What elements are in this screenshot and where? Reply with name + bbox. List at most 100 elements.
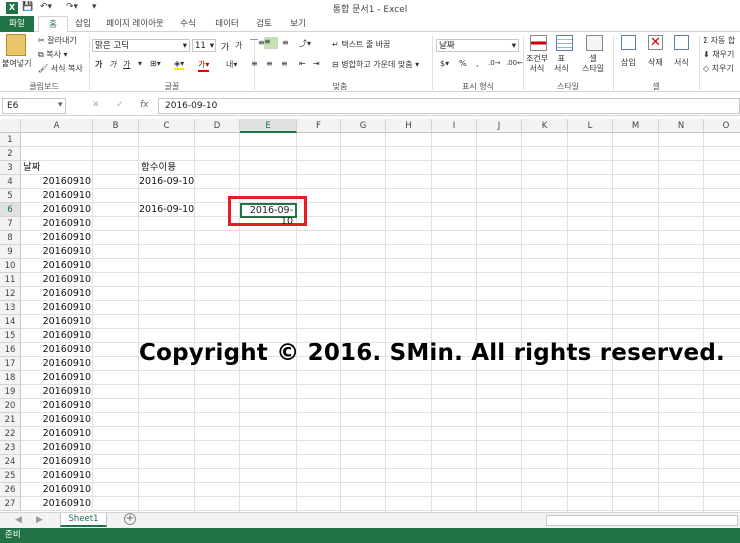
column-header[interactable]: K (522, 119, 568, 133)
cell-a14[interactable]: 20160910 (21, 315, 93, 329)
increase-indent-icon[interactable]: ⇥ (313, 59, 320, 68)
cell-a13[interactable]: 20160910 (21, 301, 93, 315)
fill-color-icon[interactable]: ◈▾ (174, 59, 185, 70)
increase-font-icon[interactable]: 가 (221, 40, 229, 53)
tab-insert[interactable]: 삽입 (70, 16, 96, 32)
insert-cells-icon[interactable] (621, 35, 636, 50)
cell-e6-active[interactable]: 2016-09-10 (240, 203, 297, 227)
column-header[interactable]: H (386, 119, 432, 133)
align-bottom-icon[interactable]: ≡ (282, 38, 289, 47)
column-header[interactable]: I (432, 119, 477, 133)
row-header[interactable]: 24 (0, 455, 21, 469)
insert-button[interactable]: 삽입 (621, 57, 636, 68)
percent-button[interactable]: % (459, 59, 467, 68)
align-right-icon[interactable]: ≡ (281, 59, 288, 68)
enter-icon[interactable]: ✓ (116, 100, 124, 110)
cell-c6[interactable]: 2016-09-10 (139, 203, 195, 217)
name-box[interactable]: E6 (2, 98, 66, 114)
row-header[interactable]: 15 (0, 329, 21, 343)
cancel-icon[interactable]: ✕ (92, 100, 100, 110)
row-header[interactable]: 5 (0, 189, 21, 203)
cell-c4[interactable]: 2016-09-10 (139, 175, 195, 189)
column-header[interactable]: J (477, 119, 522, 133)
column-header[interactable]: E (240, 119, 297, 133)
row-header[interactable]: 9 (0, 245, 21, 259)
align-center-icon[interactable]: ≡ (266, 59, 273, 68)
row-header[interactable]: 4 (0, 175, 21, 189)
row-header[interactable]: 16 (0, 343, 21, 357)
cell-a12[interactable]: 20160910 (21, 287, 93, 301)
column-header[interactable]: B (93, 119, 139, 133)
formula-input[interactable]: 2016-09-10 (158, 98, 740, 114)
decrease-indent-icon[interactable]: ⇤ (299, 59, 306, 68)
format-cells-icon[interactable] (674, 35, 689, 50)
column-header[interactable]: D (195, 119, 240, 133)
horizontal-scrollbar[interactable] (546, 515, 738, 526)
delete-cells-icon[interactable]: ✕ (648, 35, 663, 50)
tab-formulas[interactable]: 수식 (175, 16, 201, 32)
row-header[interactable]: 12 (0, 287, 21, 301)
tab-view[interactable]: 보기 (286, 16, 310, 32)
row-header[interactable]: 21 (0, 413, 21, 427)
chevron-down-icon[interactable]: ▾ (58, 100, 63, 110)
row-header[interactable]: 3 (0, 161, 21, 175)
row-header[interactable]: 23 (0, 441, 21, 455)
column-header[interactable]: O (704, 119, 740, 133)
column-header[interactable]: F (297, 119, 341, 133)
border-icon[interactable]: ⊞▾ (150, 59, 161, 68)
cell-a27[interactable]: 20160910 (21, 497, 93, 511)
column-header[interactable]: M (613, 119, 659, 133)
cell-style-button[interactable]: 셀 스타일 (582, 54, 604, 74)
cell-a23[interactable]: 20160910 (21, 441, 93, 455)
cell-a24[interactable]: 20160910 (21, 455, 93, 469)
font-color-icon[interactable]: 가▾ (198, 59, 210, 72)
cell-a9[interactable]: 20160910 (21, 245, 93, 259)
cell-a20[interactable]: 20160910 (21, 399, 93, 413)
cell-a21[interactable]: 20160910 (21, 413, 93, 427)
row-header[interactable]: 14 (0, 315, 21, 329)
select-all-corner[interactable] (0, 119, 21, 133)
paste-icon[interactable] (6, 34, 26, 56)
tab-data[interactable]: 데이터 (211, 16, 243, 32)
underline-button[interactable]: 가 (123, 59, 130, 70)
orientation-icon[interactable]: ⤴▾ (299, 38, 311, 49)
font-name-dropdown[interactable]: 맑은 고딕 ▾ (92, 39, 190, 52)
scroll-right-icon[interactable]: ▶ (36, 515, 43, 525)
row-header[interactable]: 19 (0, 385, 21, 399)
worksheet-grid[interactable]: A B C D E F G H I J K L M N O 1234567891… (0, 119, 740, 512)
row-header[interactable]: 8 (0, 231, 21, 245)
column-header[interactable]: L (568, 119, 613, 133)
delete-button[interactable]: 삭제 (648, 57, 663, 68)
row-header[interactable]: 2 (0, 147, 21, 161)
cell-a7[interactable]: 20160910 (21, 217, 93, 231)
row-header[interactable]: 18 (0, 371, 21, 385)
copy-button[interactable]: ⧉ 복사 ▾ (38, 49, 68, 60)
scroll-left-icon[interactable]: ◀ (15, 515, 22, 525)
row-header[interactable]: 7 (0, 217, 21, 231)
insert-function-icon[interactable]: fx (140, 100, 149, 110)
row-header[interactable]: 22 (0, 427, 21, 441)
clear-button[interactable]: ◇ 지우기 (703, 63, 734, 74)
cell-a3[interactable]: 날짜 (23, 161, 40, 175)
cell-a16[interactable]: 20160910 (21, 343, 93, 357)
cell-a8[interactable]: 20160910 (21, 231, 93, 245)
phonetic-icon[interactable]: 내▾ (226, 59, 237, 70)
row-header[interactable]: 25 (0, 469, 21, 483)
underline-dropdown-icon[interactable]: ▾ (138, 59, 142, 68)
column-header[interactable]: A (21, 119, 93, 133)
row-header[interactable]: 17 (0, 357, 21, 371)
row-header[interactable]: 27 (0, 497, 21, 511)
cell-a15[interactable]: 20160910 (21, 329, 93, 343)
row-header[interactable]: 10 (0, 259, 21, 273)
table-format-icon[interactable] (556, 35, 573, 51)
row-header[interactable]: 26 (0, 483, 21, 497)
align-left-icon[interactable]: ≡ (251, 59, 258, 68)
tab-review[interactable]: 검토 (252, 16, 276, 32)
align-top-icon[interactable]: ⎺≡ (250, 38, 265, 48)
align-middle-icon[interactable]: ≡ (264, 37, 278, 49)
paste-button[interactable]: 붙여넣기 (2, 58, 31, 69)
cell-style-icon[interactable] (586, 35, 603, 51)
tab-home[interactable]: 홈 (38, 16, 68, 33)
cell-a10[interactable]: 20160910 (21, 259, 93, 273)
cut-button[interactable]: ✂ 잘라내기 (38, 35, 77, 46)
